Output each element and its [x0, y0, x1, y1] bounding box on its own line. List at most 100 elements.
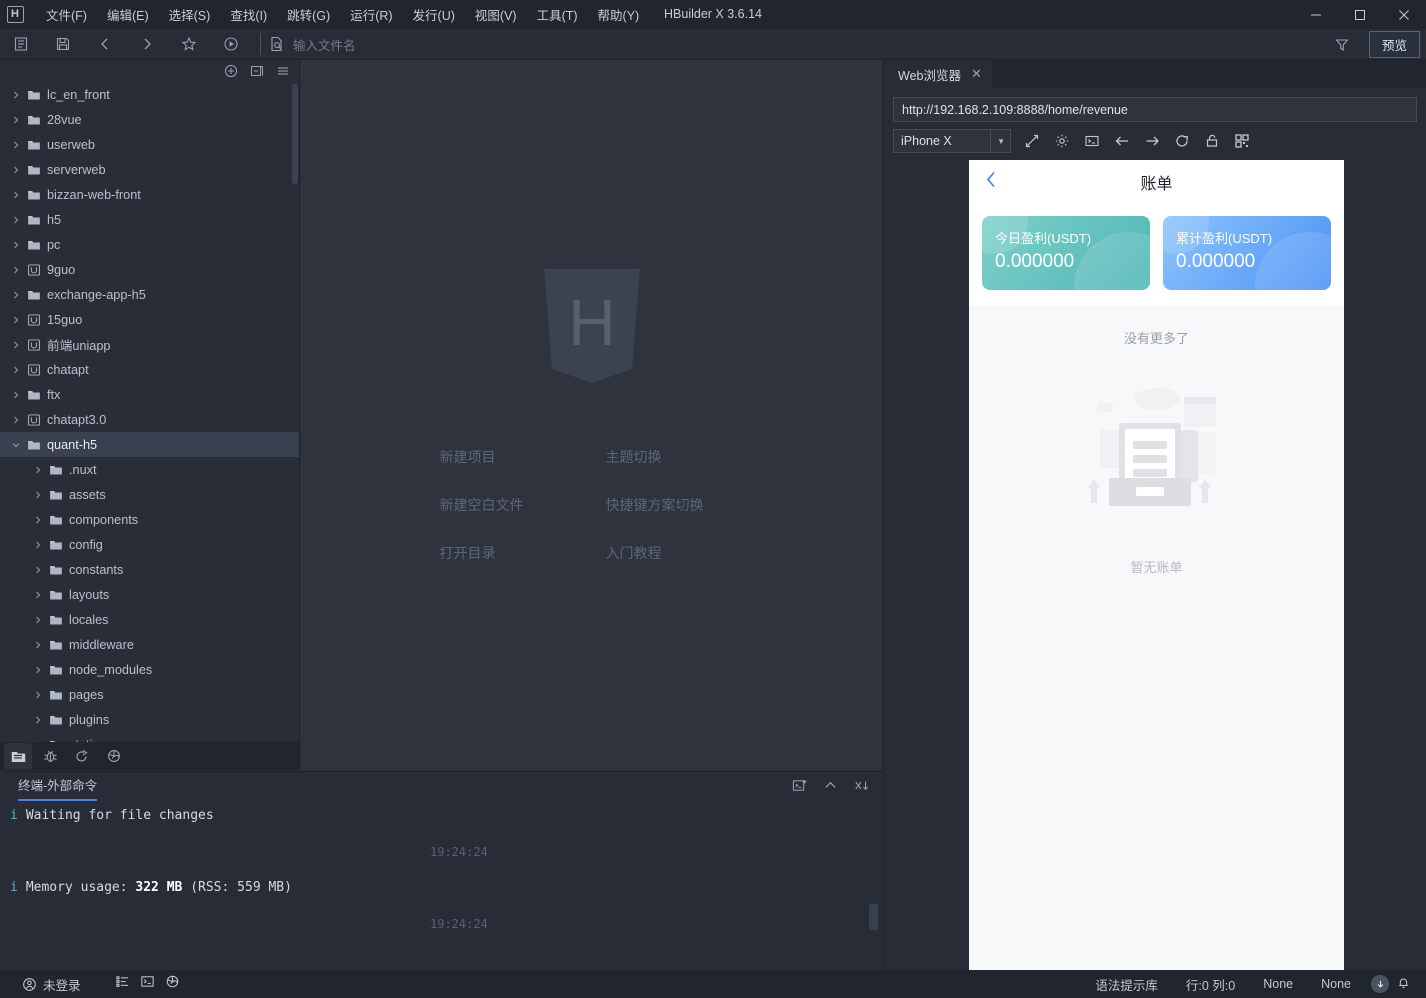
chevron-right-icon[interactable]	[30, 640, 46, 650]
open-external-icon[interactable]	[1017, 128, 1047, 154]
chevron-right-icon[interactable]	[30, 465, 46, 475]
cloud-icon[interactable]	[165, 974, 180, 994]
new-project-link[interactable]: 新建项目	[440, 447, 606, 467]
tree-item-locales[interactable]: locales	[0, 607, 299, 632]
preview-button[interactable]: 预览	[1369, 31, 1420, 58]
chevron-right-icon[interactable]	[8, 415, 24, 425]
tree-item-ftx[interactable]: ftx	[0, 382, 299, 407]
chevron-right-icon[interactable]	[30, 565, 46, 575]
total-profit-card[interactable]: 累计盈利(USDT) 0.000000	[1163, 216, 1331, 290]
tree-item-.nuxt[interactable]: .nuxt	[0, 457, 299, 482]
tree-item-chatapt3.0[interactable]: chatapt3.0	[0, 407, 299, 432]
tree-item-static[interactable]: static	[0, 732, 299, 742]
chevron-right-icon[interactable]	[30, 690, 46, 700]
tree-item-pages[interactable]: pages	[0, 682, 299, 707]
shortcut-scheme-link[interactable]: 快捷键方案切换	[606, 495, 772, 515]
chevron-right-icon[interactable]	[30, 590, 46, 600]
debug-icon[interactable]	[36, 743, 64, 769]
tree-item-assets[interactable]: assets	[0, 482, 299, 507]
bell-icon[interactable]	[1395, 976, 1418, 992]
minimize-button[interactable]	[1294, 0, 1338, 29]
star-icon[interactable]	[168, 29, 210, 60]
unlock-icon[interactable]	[1197, 128, 1227, 154]
navigate-forward-icon[interactable]	[126, 29, 168, 60]
terminal-icon[interactable]	[140, 974, 155, 994]
project-tree[interactable]: lc_en_front28vueuserwebserverwebbizzan-w…	[0, 82, 299, 742]
chevron-right-icon[interactable]	[8, 315, 24, 325]
collapse-all-icon[interactable]	[249, 63, 265, 79]
cursor-position-cell[interactable]: 行:0 列:0	[1172, 975, 1249, 994]
clear-terminal-icon[interactable]	[854, 778, 870, 798]
language-mode-cell[interactable]: None	[1307, 977, 1365, 991]
download-icon[interactable]	[1371, 975, 1389, 993]
terminal-output[interactable]: i Waiting for file changes 19:24:24 i Me…	[0, 804, 882, 944]
tree-item-chatapt[interactable]: chatapt	[0, 357, 299, 382]
chevron-right-icon[interactable]	[8, 340, 24, 350]
open-directory-link[interactable]: 打开目录	[440, 543, 606, 563]
menu-select[interactable]: 选择(S)	[159, 1, 221, 28]
browser-tab[interactable]: Web浏览器 ✕	[884, 60, 992, 88]
back-icon[interactable]	[1107, 128, 1137, 154]
chevron-right-icon[interactable]	[8, 165, 24, 175]
run-icon[interactable]	[210, 29, 252, 60]
menu-view[interactable]: 视图(V)	[465, 1, 527, 28]
reload-icon[interactable]	[1167, 128, 1197, 154]
close-button[interactable]	[1382, 0, 1426, 29]
login-status[interactable]: 未登录	[22, 975, 81, 994]
today-profit-card[interactable]: 今日盈利(USDT) 0.000000	[982, 216, 1150, 290]
chevron-right-icon[interactable]	[30, 540, 46, 550]
file-search-box[interactable]: 输入文件名	[260, 33, 356, 55]
menu-run[interactable]: 运行(R)	[340, 1, 402, 28]
tree-item-pc[interactable]: pc	[0, 232, 299, 257]
close-icon[interactable]: ✕	[971, 66, 982, 82]
sidebar-scrollbar[interactable]	[292, 84, 298, 184]
tree-item-15guo[interactable]: 15guo	[0, 307, 299, 332]
tree-item-exchange-app-h5[interactable]: exchange-app-h5	[0, 282, 299, 307]
chevron-right-icon[interactable]	[30, 665, 46, 675]
terminal-scrollbar[interactable]	[869, 904, 878, 930]
qrcode-icon[interactable]	[1227, 128, 1257, 154]
chevron-right-icon[interactable]	[8, 240, 24, 250]
tree-item-28vue[interactable]: 28vue	[0, 107, 299, 132]
tree-item-9guo[interactable]: 9guo	[0, 257, 299, 282]
theme-switch-link[interactable]: 主题切换	[606, 447, 772, 467]
chevron-right-icon[interactable]	[30, 615, 46, 625]
new-blank-file-link[interactable]: 新建空白文件	[440, 495, 606, 515]
run-share-icon[interactable]	[68, 743, 96, 769]
syntax-library-cell[interactable]: 语法提示库	[1081, 975, 1172, 994]
chevron-down-icon[interactable]	[8, 440, 24, 450]
project-manager-icon[interactable]	[4, 743, 32, 769]
chevron-right-icon[interactable]	[30, 715, 46, 725]
tree-item-bizzan-web-front[interactable]: bizzan-web-front	[0, 182, 299, 207]
encoding-cell[interactable]: None	[1249, 977, 1307, 991]
sidebar-menu-icon[interactable]	[275, 63, 291, 79]
menu-tools[interactable]: 工具(T)	[527, 1, 588, 28]
tree-item-uniapp[interactable]: 前端uniapp	[0, 332, 299, 357]
tree-item-serverweb[interactable]: serverweb	[0, 157, 299, 182]
chevron-right-icon[interactable]	[8, 365, 24, 375]
collapse-terminal-icon[interactable]	[823, 778, 838, 798]
tutorial-link[interactable]: 入门教程	[606, 543, 772, 563]
menu-find[interactable]: 查找(I)	[220, 1, 277, 28]
chevron-right-icon[interactable]	[8, 265, 24, 275]
add-project-icon[interactable]	[223, 63, 239, 79]
tree-item-plugins[interactable]: plugins	[0, 707, 299, 732]
tree-item-constants[interactable]: constants	[0, 557, 299, 582]
chevron-right-icon[interactable]	[30, 515, 46, 525]
tree-item-config[interactable]: config	[0, 532, 299, 557]
tree-item-layouts[interactable]: layouts	[0, 582, 299, 607]
device-select[interactable]: iPhone X ▼	[893, 129, 1011, 153]
tree-item-components[interactable]: components	[0, 507, 299, 532]
address-bar[interactable]: http://192.168.2.109:8888/home/revenue	[893, 97, 1417, 122]
menu-file[interactable]: 文件(F)	[36, 1, 97, 28]
chevron-right-icon[interactable]	[8, 190, 24, 200]
chevron-right-icon[interactable]	[8, 215, 24, 225]
chevron-right-icon[interactable]	[8, 390, 24, 400]
tree-item-node_modules[interactable]: node_modules	[0, 657, 299, 682]
cloud-icon[interactable]	[100, 743, 128, 769]
tree-item-lc_en_front[interactable]: lc_en_front	[0, 82, 299, 107]
console-icon[interactable]	[1077, 128, 1107, 154]
forward-icon[interactable]	[1137, 128, 1167, 154]
navigate-back-icon[interactable]	[84, 29, 126, 60]
menu-publish[interactable]: 发行(U)	[403, 1, 465, 28]
